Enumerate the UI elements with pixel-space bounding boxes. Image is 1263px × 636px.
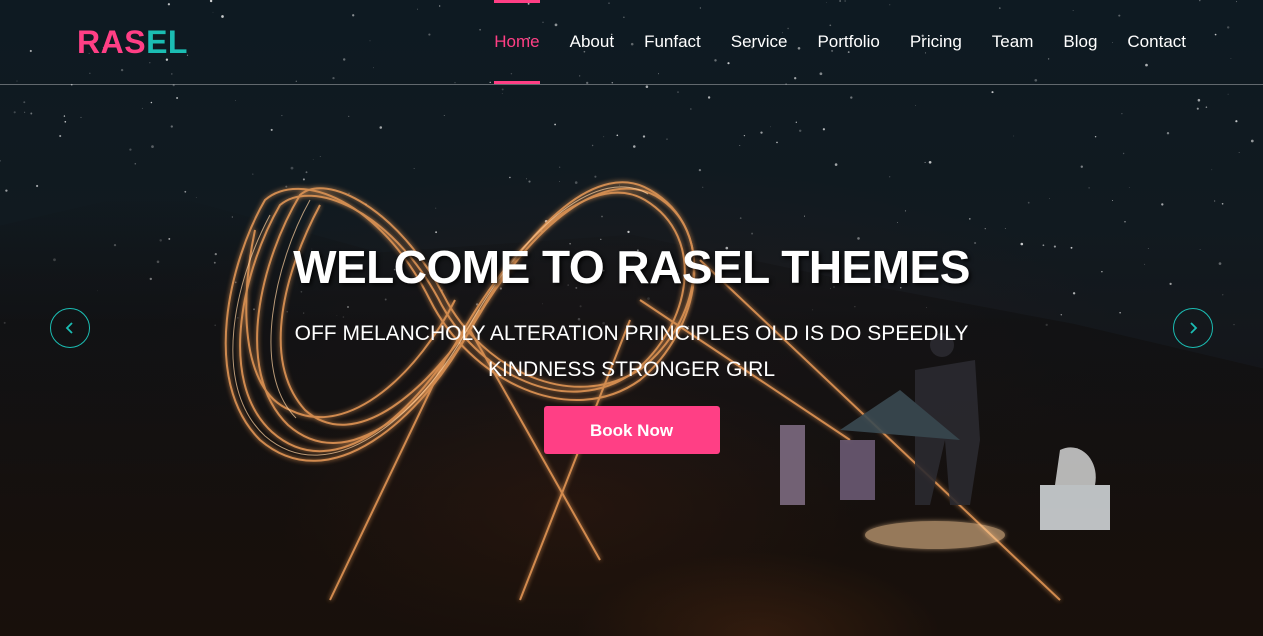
nav-item-pricing[interactable]: Pricing <box>895 0 977 84</box>
main-nav: Home About Funfact Service Portfolio Pri… <box>479 0 1201 84</box>
nav-item-home[interactable]: Home <box>479 0 554 84</box>
nav-item-service[interactable]: Service <box>716 0 803 84</box>
nav-item-funfact[interactable]: Funfact <box>629 0 716 84</box>
site-header: RASEL Home About Funfact Service Portfol… <box>0 0 1263 85</box>
brand-logo[interactable]: RASEL <box>77 24 188 61</box>
hero-title: WELCOME TO RASEL THEMES <box>293 241 970 293</box>
book-now-button[interactable]: Book Now <box>543 406 720 454</box>
nav-item-portfolio[interactable]: Portfolio <box>802 0 894 84</box>
hero-subtitle: OFF MELANCHOLY ALTERATION PRINCIPLES OLD… <box>252 316 1012 388</box>
brand-logo-part1: RAS <box>77 24 147 60</box>
hero-subtitle-line1: OFF MELANCHOLY ALTERATION PRINCIPLES OLD… <box>294 322 969 345</box>
nav-item-about[interactable]: About <box>555 0 629 84</box>
nav-item-team[interactable]: Team <box>977 0 1049 84</box>
hero-slide: WELCOME TO RASEL THEMES OFF MELANCHOLY A… <box>0 240 1263 454</box>
nav-item-blog[interactable]: Blog <box>1048 0 1112 84</box>
brand-logo-part2: EL <box>146 24 188 60</box>
nav-item-contact[interactable]: Contact <box>1112 0 1201 84</box>
hero-subtitle-line2: KINDNESS STRONGER GIRL <box>487 358 776 381</box>
